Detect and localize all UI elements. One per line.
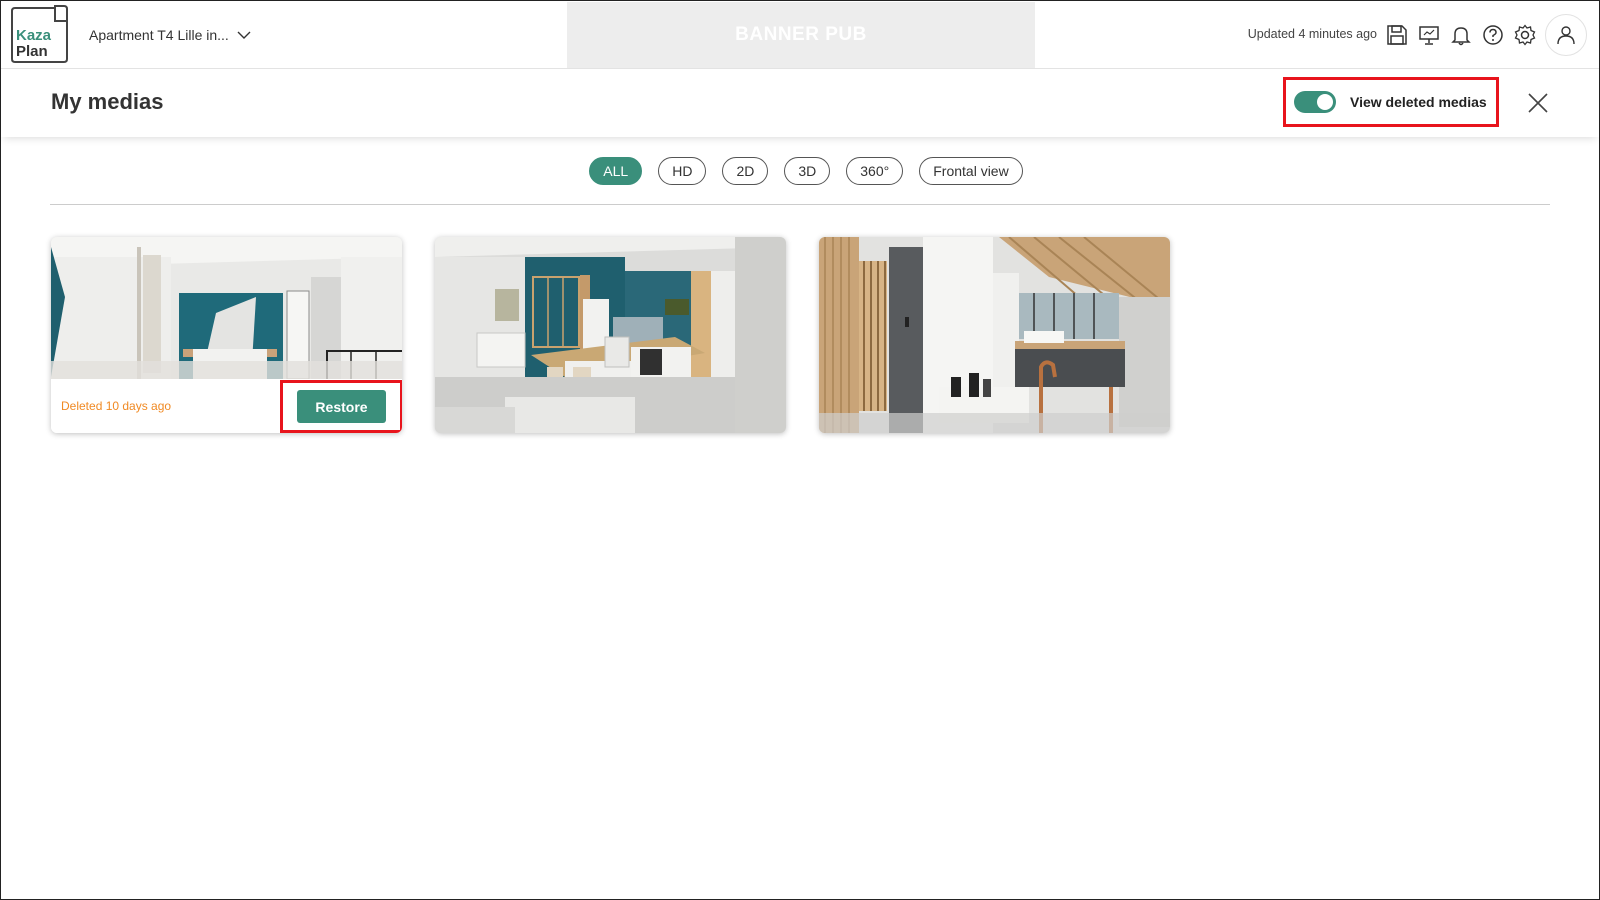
page-title: My medias (51, 89, 164, 114)
media-card-bathroom[interactable] (819, 237, 1170, 433)
view-deleted-label[interactable]: View deleted medias (1350, 94, 1487, 110)
media-card-bedroom[interactable]: Deleted 10 days ago Restore (51, 237, 402, 433)
media-filters: ALL HD 2D 3D 360° Frontal view (1, 157, 1599, 185)
toggle-knob (1317, 94, 1333, 110)
app-window: Kaza Plan Apartment T4 Lille in... BANNE… (0, 0, 1600, 900)
presentation-button[interactable] (1416, 22, 1442, 48)
restore-highlight: Restore (280, 380, 402, 433)
banner-text: BANNER PUB (735, 24, 867, 45)
user-icon (1557, 26, 1575, 45)
user-avatar-button[interactable] (1545, 14, 1587, 56)
updated-status: Updated 4 minutes ago (1247, 27, 1377, 41)
medias-header: My medias View deleted medias (1, 69, 1599, 137)
help-button[interactable] (1480, 22, 1506, 48)
filters-divider (50, 204, 1550, 205)
top-bar: Kaza Plan Apartment T4 Lille in... BANNE… (1, 1, 1599, 69)
media-card-kitchen[interactable] (435, 237, 786, 433)
restore-button[interactable]: Restore (297, 390, 386, 423)
filter-all[interactable]: ALL (589, 157, 643, 185)
media-card-footer: Deleted 10 days ago Restore (51, 379, 402, 433)
gear-icon (1514, 24, 1536, 46)
bell-icon (1451, 27, 1471, 46)
view-deleted-highlight: View deleted medias (1283, 77, 1499, 127)
close-icon[interactable] (1525, 90, 1551, 116)
media-thumbnail-bathroom (819, 237, 1170, 433)
logo-text-kaza: Kaza (16, 27, 52, 44)
help-icon (1483, 25, 1503, 45)
filter-2d[interactable]: 2D (722, 157, 769, 185)
ad-banner[interactable]: BANNER PUB (567, 2, 1035, 68)
filter-frontal-view[interactable]: Frontal view (919, 157, 1023, 185)
filter-3d[interactable]: 3D (784, 157, 831, 185)
presentation-icon (1419, 26, 1439, 45)
media-thumbnail-bedroom (51, 237, 402, 379)
notifications-button[interactable] (1448, 22, 1474, 48)
project-name: Apartment T4 Lille in... (89, 27, 229, 43)
filter-360[interactable]: 360° (846, 157, 904, 185)
save-icon (1387, 25, 1407, 45)
deleted-status: Deleted 10 days ago (61, 399, 172, 413)
kazaplan-logo[interactable]: Kaza Plan (9, 5, 70, 64)
media-thumbnail-kitchen (435, 237, 786, 433)
filter-hd[interactable]: HD (658, 157, 707, 185)
logo-text-plan: Plan (16, 43, 48, 60)
project-selector[interactable]: Apartment T4 Lille in... (89, 25, 251, 45)
view-deleted-toggle[interactable] (1294, 91, 1336, 113)
settings-button[interactable] (1512, 22, 1538, 48)
save-button[interactable] (1384, 22, 1410, 48)
chevron-down-icon (237, 31, 251, 39)
